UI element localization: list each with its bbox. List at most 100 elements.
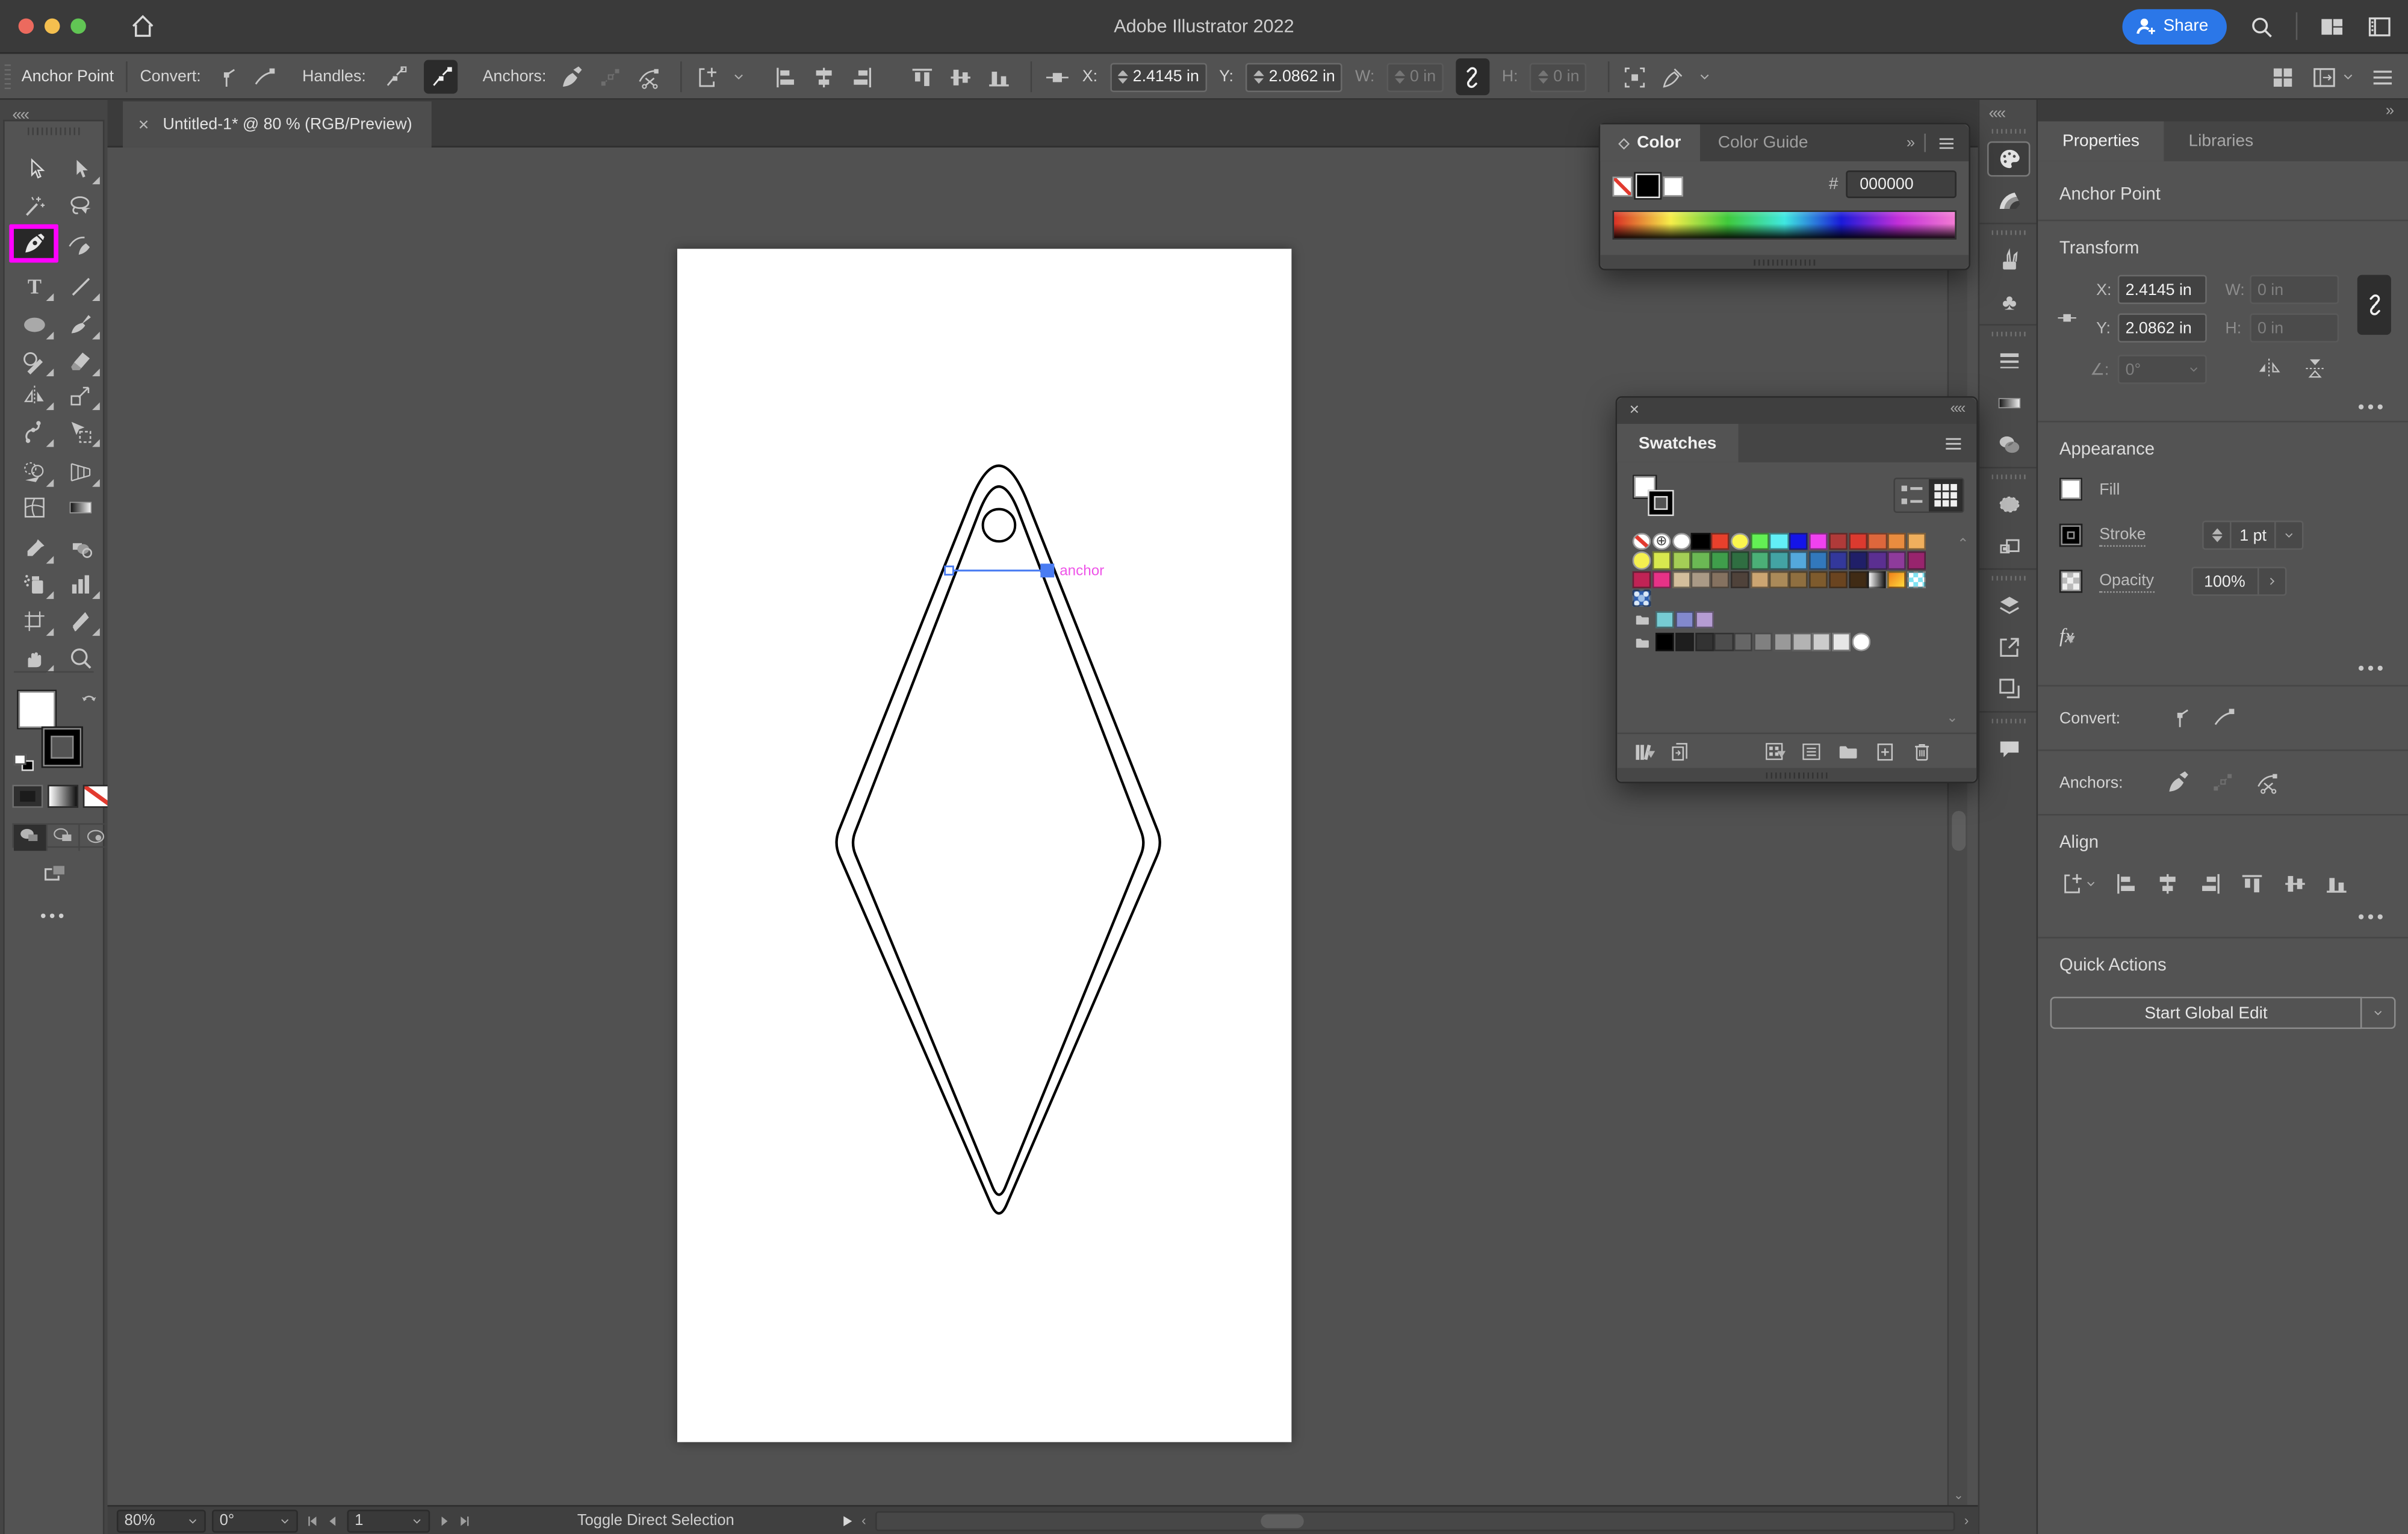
stroke-color-proxy[interactable] (41, 726, 83, 768)
default-fill-stroke-icon[interactable] (13, 754, 34, 771)
list-view-button[interactable] (1895, 479, 1929, 512)
swatch-76cbd3[interactable] (1655, 611, 1675, 629)
swatch-a4ce56[interactable] (1671, 551, 1691, 570)
swatch-1e1e1e[interactable] (1675, 633, 1694, 651)
swatch-f042f0[interactable] (1809, 533, 1828, 551)
swatch-aa8a59[interactable] (1769, 570, 1789, 588)
gradient-mode-button[interactable] (48, 784, 79, 808)
hex-value-field[interactable]: 000000 (1846, 170, 1956, 199)
swatch-1414e8[interactable] (1789, 533, 1808, 551)
minimize-window-button[interactable] (44, 18, 60, 34)
document-artwork[interactable]: anchor (108, 148, 1978, 1507)
convert-to-smooth-icon[interactable] (2211, 705, 2237, 731)
document-tab[interactable]: × Untitled-1* @ 80 % (RGB/Preview) (123, 101, 432, 148)
swap-fill-stroke-icon[interactable] (78, 691, 100, 710)
dock-group-drag-handle[interactable] (1979, 571, 2036, 585)
document-arrangement-icon[interactable] (2311, 64, 2337, 90)
artboard-tool[interactable] (12, 604, 55, 638)
horizontal-scrollbar-thumb[interactable] (1261, 1514, 1305, 1527)
swatch-b3b3b3[interactable] (1793, 633, 1812, 651)
tag-inner-path[interactable] (851, 485, 1145, 1196)
opacity-field[interactable]: 100% (2191, 567, 2286, 596)
swatch-d8e84e[interactable] (1652, 551, 1671, 570)
swatch-cca572[interactable] (1750, 570, 1769, 588)
tab-color-guide[interactable]: Color Guide (1699, 125, 1826, 161)
align-center-horizontal-icon[interactable] (810, 64, 836, 90)
artboard-number-select[interactable]: 1 (347, 1509, 430, 1532)
collapse-panel-icon[interactable]: «« (1950, 401, 1966, 418)
color-guide-panel-button[interactable] (1979, 179, 2038, 221)
swatch-33389b[interactable] (1828, 551, 1848, 570)
dock-group-drag-handle[interactable] (1979, 327, 2036, 341)
home-icon[interactable] (129, 12, 157, 40)
stroke-color-proxy[interactable] (1634, 172, 1662, 200)
color-mode-button[interactable] (12, 784, 43, 808)
select-similar-icon[interactable] (1661, 64, 1687, 90)
new-color-group-icon[interactable] (1837, 739, 1860, 762)
puppet-warp-tool[interactable] (12, 415, 55, 449)
scroll-down-icon[interactable]: ⌄ (1953, 1488, 1964, 1502)
color-spectrum[interactable] (1612, 210, 1956, 240)
swatch-e8402c[interactable] (1711, 533, 1730, 551)
swatches-scroll-down-icon[interactable]: ⌄ (1946, 710, 1958, 727)
align-to-chevron-icon[interactable] (2085, 878, 2096, 889)
align-to-chevron-icon[interactable] (732, 70, 744, 82)
direct-selection-tool[interactable] (12, 152, 55, 186)
dock-expand-icon[interactable]: «« (1989, 104, 2006, 123)
artboards-panel-button[interactable] (1979, 668, 2038, 710)
scale-tool[interactable] (58, 378, 101, 412)
grid-view-button[interactable] (1929, 479, 1963, 512)
perspective-grid-tool[interactable] (58, 455, 101, 488)
swatch-000000[interactable] (1691, 533, 1710, 551)
next-artboard-icon[interactable] (436, 1512, 453, 1529)
last-artboard-icon[interactable] (456, 1512, 473, 1529)
appearance-more-icon[interactable]: ••• (2358, 657, 2386, 679)
swatches-panel-titlebar[interactable]: × «« (1617, 397, 1977, 424)
cut-path-icon[interactable] (2255, 769, 2281, 795)
swatch-8f6f40[interactable] (1789, 570, 1808, 588)
flip-horizontal-icon[interactable] (2256, 355, 2282, 380)
opacity-label[interactable]: Opacity (2099, 571, 2155, 592)
panel-expand-icon[interactable]: » (1907, 134, 1915, 151)
align-top-icon[interactable] (908, 64, 934, 90)
dock-group-drag-handle[interactable] (1979, 714, 2036, 728)
swatch-gradient-bw[interactable] (1867, 570, 1887, 588)
symbols-panel-button[interactable]: ♣ (1979, 281, 2038, 323)
pen-tool[interactable] (9, 224, 58, 263)
stroke-panel-button[interactable] (1979, 341, 2038, 382)
swatch-dd673c[interactable] (1867, 533, 1887, 551)
swatch-201f68[interactable] (1848, 551, 1867, 570)
transparency-panel-button[interactable] (1979, 424, 2038, 465)
swatch-pattern-blue[interactable] (1632, 589, 1651, 607)
dock-group-drag-handle[interactable] (1979, 125, 2036, 138)
paintbrush-tool[interactable] (58, 307, 101, 341)
swatch-e98c3f[interactable] (1887, 533, 1907, 551)
swatch-4bb077[interactable] (1750, 551, 1769, 570)
add-anchor-icon[interactable] (2166, 769, 2192, 795)
swatch-cccccc[interactable] (1812, 633, 1831, 651)
first-artboard-icon[interactable] (304, 1512, 321, 1529)
stroke-swatch[interactable] (2059, 523, 2083, 547)
align-center-horizontal-icon[interactable] (2155, 871, 2180, 896)
vertical-scrollbar-thumb[interactable] (1951, 810, 1966, 851)
slice-tool[interactable] (58, 604, 101, 638)
add-to-library-icon[interactable] (1669, 739, 1692, 762)
vertical-scrollbar[interactable]: ⌄ (1947, 147, 1967, 1507)
maximize-window-button[interactable] (70, 18, 86, 34)
align-top-icon[interactable] (2239, 871, 2265, 896)
y-field[interactable]: 2.0862 in (1246, 62, 1343, 92)
tab-swatches[interactable]: Swatches (1617, 424, 1739, 462)
eraser-tool[interactable] (58, 344, 101, 377)
tab-color[interactable]: ◇ Color (1600, 124, 1700, 161)
x-field[interactable]: 2.4145 in (1109, 62, 1207, 92)
close-window-button[interactable] (18, 18, 34, 34)
convert-to-corner-icon[interactable] (213, 64, 239, 90)
horizontal-scrollbar[interactable] (875, 1510, 1955, 1531)
swatches-menu-icon[interactable] (1943, 433, 1964, 455)
swatch-none[interactable] (1632, 533, 1651, 551)
swatch-6bb854[interactable] (1691, 551, 1710, 570)
color-panel-resize-handle[interactable] (1600, 255, 1969, 269)
workspace-grid-icon[interactable] (2270, 64, 2295, 90)
swatch-63f054[interactable] (1750, 533, 1769, 551)
rotation-select[interactable]: 0° (212, 1509, 298, 1532)
